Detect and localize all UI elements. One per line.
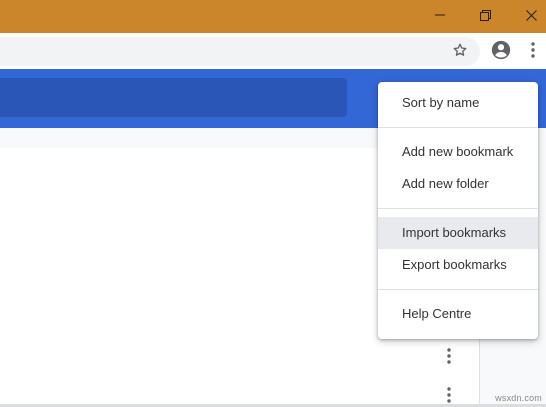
minimize-button[interactable] — [417, 0, 463, 30]
browser-menu-button[interactable] — [522, 39, 544, 65]
restore-icon — [479, 9, 491, 21]
menu-separator — [378, 289, 538, 290]
star-icon — [452, 42, 468, 63]
restore-button[interactable] — [462, 0, 508, 30]
profile-button[interactable] — [487, 38, 515, 66]
title-bar — [0, 0, 546, 33]
bookmark-star-button[interactable] — [447, 39, 473, 65]
more-vert-icon — [531, 41, 535, 63]
minimize-icon — [435, 10, 445, 20]
search-bookmarks-input[interactable] — [0, 78, 347, 117]
account-icon — [490, 39, 512, 66]
menu-item-add-new-bookmark[interactable]: Add new bookmark — [378, 136, 538, 168]
close-window-button[interactable] — [508, 0, 546, 30]
browser-window: Sort by name Add new bookmark Add new fo… — [0, 0, 546, 407]
menu-item-help-centre[interactable]: Help Centre — [378, 298, 538, 330]
menu-separator — [378, 127, 538, 128]
more-vert-icon — [447, 347, 451, 369]
menu-separator — [378, 208, 538, 209]
address-bar[interactable] — [0, 37, 480, 66]
menu-item-sort-by-name[interactable]: Sort by name — [378, 87, 538, 119]
organize-menu: Sort by name Add new bookmark Add new fo… — [378, 82, 538, 339]
browser-toolbar — [0, 33, 546, 69]
menu-item-export-bookmarks[interactable]: Export bookmarks — [378, 249, 538, 281]
menu-item-add-new-folder[interactable]: Add new folder — [378, 168, 538, 200]
watermark-text: wsxdn.com — [495, 393, 542, 403]
close-icon — [525, 9, 537, 21]
row-more-button[interactable] — [439, 346, 459, 370]
menu-item-import-bookmarks[interactable]: Import bookmarks — [378, 217, 538, 249]
